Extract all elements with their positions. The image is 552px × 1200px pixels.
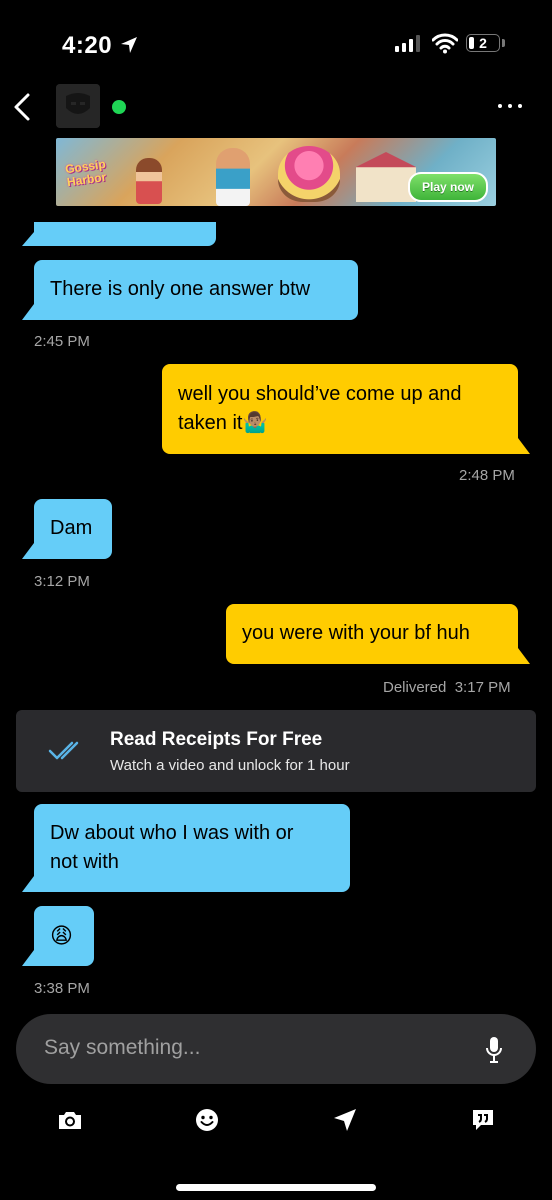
message-input-placeholder: Say something...	[44, 1036, 201, 1059]
delivered-label: Delivered	[383, 679, 447, 696]
outgoing-message[interactable]: well you should’ve come up and taken it🤷…	[162, 364, 530, 454]
message-timestamp: 2:45 PM	[34, 333, 90, 350]
emoji-icon[interactable]	[193, 1106, 221, 1134]
message-text-line: well you should’ve come up and	[178, 383, 462, 405]
message-text-line: not with	[50, 851, 119, 873]
incoming-message[interactable]: Dw about who I was with or not with	[22, 804, 350, 892]
message-bubble-tail	[22, 232, 34, 246]
delivery-status: Delivered 3:17 PM	[383, 679, 511, 696]
avatar[interactable]	[56, 84, 100, 128]
ad-logo: Gossip Harbor	[64, 156, 108, 190]
double-check-icon	[48, 741, 79, 760]
battery-cap	[502, 39, 505, 47]
status-time: 4:20	[62, 32, 113, 59]
back-chevron-icon[interactable]	[10, 92, 34, 122]
message-bubble-partial	[34, 222, 216, 246]
message-text-line: taken it🤷🏽‍♂️	[178, 412, 268, 434]
incoming-message[interactable]: Dam	[22, 499, 112, 559]
message-text-line: Dw about who I was with or	[50, 822, 294, 844]
battery-icon: 2	[466, 34, 500, 52]
online-status-dot	[112, 100, 126, 114]
more-options-icon[interactable]	[498, 104, 522, 108]
message-text: Dam	[50, 517, 93, 539]
home-indicator	[176, 1184, 376, 1191]
message-timestamp: 2:48 PM	[459, 467, 515, 484]
incoming-message[interactable]: 😩	[22, 906, 94, 966]
message-emoji: 😩	[50, 923, 73, 948]
saved-phrases-icon[interactable]	[469, 1106, 497, 1134]
wifi-icon	[432, 33, 458, 54]
incoming-message[interactable]: There is only one answer btw	[22, 260, 358, 320]
read-receipts-title: Read Receipts For Free	[110, 729, 323, 750]
read-receipts-promo[interactable]: Read Receipts For Free Watch a video and…	[16, 710, 536, 792]
ad-character-2	[216, 148, 250, 206]
location-send-icon[interactable]	[331, 1106, 359, 1134]
message-timestamp: 3:12 PM	[34, 573, 90, 590]
ad-character-1	[136, 158, 162, 204]
message-timestamp: 3:38 PM	[34, 980, 90, 997]
ad-house-image	[356, 152, 416, 202]
message-timestamp: 3:17 PM	[454, 679, 511, 696]
outgoing-message[interactable]: you were with your bf huh	[226, 604, 530, 664]
message-input[interactable]: Say something...	[16, 1014, 536, 1084]
microphone-icon[interactable]	[486, 1036, 502, 1064]
battery-level: 2	[479, 35, 487, 51]
message-text: There is only one answer btw	[50, 278, 311, 300]
ad-banner[interactable]: Gossip Harbor Play now	[56, 138, 496, 206]
read-receipts-subtitle: Watch a video and unlock for 1 hour	[110, 757, 350, 774]
default-avatar-icon	[56, 84, 100, 128]
message-text: you were with your bf huh	[242, 622, 470, 644]
camera-icon[interactable]	[56, 1106, 84, 1134]
ad-cake-image	[278, 146, 340, 202]
cellular-signal-icon	[395, 34, 420, 52]
location-arrow-icon	[121, 37, 137, 53]
ad-play-now-button[interactable]: Play now	[407, 172, 488, 202]
